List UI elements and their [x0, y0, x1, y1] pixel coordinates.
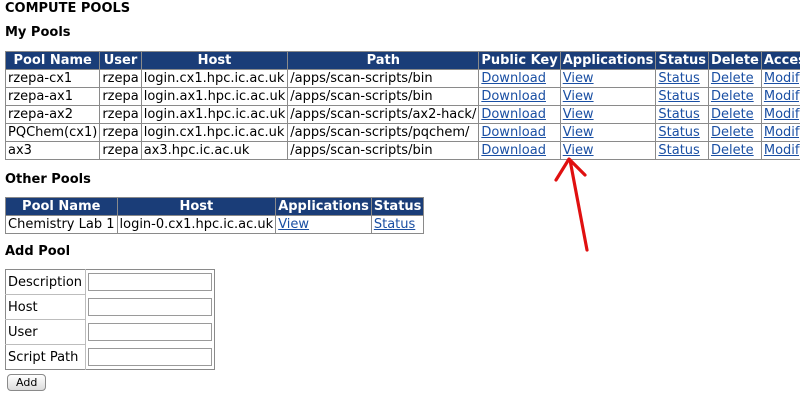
- col-applications: Applications: [275, 197, 372, 216]
- my-pools-table: Pool Name User Host Path Public Key Appl…: [4, 51, 800, 160]
- view-applications-link[interactable]: View: [563, 71, 594, 86]
- col-path: Path: [287, 51, 480, 70]
- pool-name-cell: ax3: [4, 141, 101, 160]
- add-pool-button[interactable]: Add: [7, 374, 47, 391]
- delete-link[interactable]: Delete: [711, 89, 754, 104]
- host-cell: login.ax1.hpc.ic.ac.uk: [140, 105, 289, 124]
- add-pool-title: Add Pool: [5, 244, 71, 259]
- modify-access-link[interactable]: Modify: [764, 107, 800, 122]
- status-link[interactable]: Status: [658, 71, 699, 86]
- modify-access-link[interactable]: Modify: [764, 71, 800, 86]
- col-status: Status: [655, 51, 709, 70]
- user-cell: rzepa: [99, 105, 142, 124]
- user-cell: rzepa: [99, 87, 142, 106]
- user-cell: rzepa: [99, 141, 142, 160]
- other-pools-header-row: Pool Name Host Applications Status: [5, 197, 425, 216]
- script-path-label: Script Path: [5, 344, 86, 370]
- table-row: Chemistry Lab 1 login-0.cx1.hpc.ic.ac.uk…: [5, 215, 425, 234]
- annotation-arrow-icon: [554, 157, 589, 252]
- status-link[interactable]: Status: [658, 125, 699, 140]
- status-link[interactable]: Status: [374, 217, 415, 232]
- add-pool-form: Description Host User Script Path: [5, 269, 215, 370]
- pool-name-cell: rzepa-ax1: [4, 87, 101, 106]
- path-cell: /apps/scan-scripts/pqchem/: [287, 123, 480, 142]
- user-input[interactable]: [88, 323, 212, 341]
- view-applications-link[interactable]: View: [563, 89, 594, 104]
- host-cell: ax3.hpc.ic.ac.uk: [140, 141, 289, 160]
- table-row: PQChem(cx1) rzepa login.cx1.hpc.ic.ac.uk…: [4, 123, 800, 142]
- col-pool-name: Pool Name: [4, 51, 101, 70]
- download-key-link[interactable]: Download: [481, 89, 546, 104]
- col-user: User: [99, 51, 142, 70]
- col-access: Access: [760, 51, 800, 70]
- col-host: Host: [140, 51, 289, 70]
- pool-name-cell: PQChem(cx1): [4, 123, 101, 142]
- download-key-link[interactable]: Download: [481, 107, 546, 122]
- modify-access-link[interactable]: Modify: [764, 125, 800, 140]
- host-cell: login-0.cx1.hpc.ic.ac.uk: [116, 215, 277, 234]
- modify-access-link[interactable]: Modify: [764, 89, 800, 104]
- col-applications: Applications: [559, 51, 657, 70]
- table-row: rzepa-cx1 rzepa login.cx1.hpc.ic.ac.uk /…: [4, 69, 800, 88]
- col-status: Status: [370, 197, 425, 216]
- my-pools-header-row: Pool Name User Host Path Public Key Appl…: [4, 51, 800, 70]
- col-host: Host: [116, 197, 277, 216]
- other-pools-title: Other Pools: [5, 172, 91, 187]
- description-input[interactable]: [88, 273, 212, 292]
- path-cell: /apps/scan-scripts/ax2-hack/: [287, 105, 480, 124]
- other-pools-table: Pool Name Host Applications Status Chemi…: [5, 197, 425, 234]
- host-cell: login.ax1.hpc.ic.ac.uk: [140, 87, 289, 106]
- delete-link[interactable]: Delete: [711, 143, 754, 158]
- col-pool-name: Pool Name: [5, 197, 118, 216]
- status-link[interactable]: Status: [658, 107, 699, 122]
- my-pools-title: My Pools: [5, 25, 71, 40]
- download-key-link[interactable]: Download: [481, 71, 546, 86]
- table-row: ax3 rzepa ax3.hpc.ic.ac.uk /apps/scan-sc…: [4, 141, 800, 160]
- view-applications-link[interactable]: View: [563, 107, 594, 122]
- path-cell: /apps/scan-scripts/bin: [287, 87, 480, 106]
- script-path-input[interactable]: [88, 347, 212, 366]
- table-row: rzepa-ax1 rzepa login.ax1.hpc.ic.ac.uk /…: [4, 87, 800, 106]
- view-applications-link[interactable]: View: [563, 125, 594, 140]
- user-label: User: [5, 319, 86, 345]
- download-key-link[interactable]: Download: [481, 125, 546, 140]
- path-cell: /apps/scan-scripts/bin: [287, 141, 480, 160]
- form-row: Description: [5, 269, 215, 295]
- col-delete: Delete: [707, 51, 762, 70]
- status-link[interactable]: Status: [658, 89, 699, 104]
- modify-access-link[interactable]: Modify: [764, 143, 800, 158]
- pool-name-cell: Chemistry Lab 1: [5, 215, 118, 234]
- form-row: User: [5, 319, 215, 345]
- table-row: rzepa-ax2 rzepa login.ax1.hpc.ic.ac.uk /…: [4, 105, 800, 124]
- host-cell: login.cx1.hpc.ic.ac.uk: [140, 123, 289, 142]
- pool-name-cell: rzepa-cx1: [4, 69, 101, 88]
- delete-link[interactable]: Delete: [711, 71, 754, 86]
- form-row: Script Path: [5, 344, 215, 370]
- view-applications-link[interactable]: View: [278, 217, 309, 232]
- status-link[interactable]: Status: [658, 143, 699, 158]
- download-key-link[interactable]: Download: [481, 143, 546, 158]
- host-label: Host: [5, 294, 86, 320]
- page-title: COMPUTE POOLS: [5, 1, 131, 16]
- path-cell: /apps/scan-scripts/bin: [287, 69, 480, 88]
- col-public-key: Public Key: [478, 51, 561, 70]
- form-row: Host: [5, 294, 215, 320]
- description-label: Description: [5, 269, 86, 295]
- host-cell: login.cx1.hpc.ic.ac.uk: [140, 69, 289, 88]
- user-cell: rzepa: [99, 69, 142, 88]
- delete-link[interactable]: Delete: [711, 125, 754, 140]
- delete-link[interactable]: Delete: [711, 107, 754, 122]
- user-cell: rzepa: [99, 123, 142, 142]
- host-input[interactable]: [88, 298, 212, 316]
- pool-name-cell: rzepa-ax2: [4, 105, 101, 124]
